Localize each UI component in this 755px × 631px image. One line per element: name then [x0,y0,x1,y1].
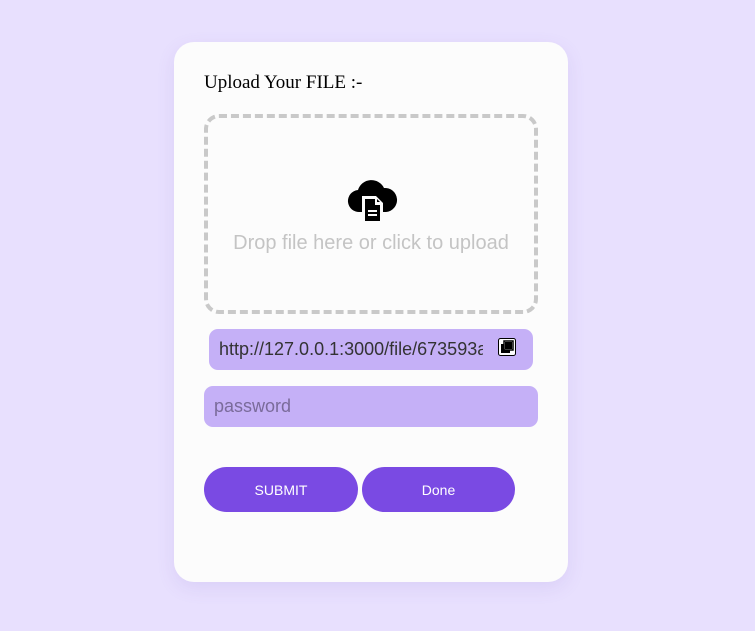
file-dropzone[interactable]: Drop file here or click to upload [204,114,538,314]
done-button[interactable]: Done [362,467,515,512]
file-link-text[interactable]: http://127.0.0.1:3000/file/673593a [219,339,483,360]
copy-icon[interactable] [498,338,516,356]
file-link-box: http://127.0.0.1:3000/file/673593a [209,329,533,370]
submit-button[interactable]: SUBMIT [204,467,358,512]
upload-heading: Upload Your FILE :- [204,72,363,93]
cloud-file-upload-icon [347,180,398,224]
upload-card: Upload Your FILE :- Drop file here or cl… [174,42,568,582]
dropzone-text: Drop file here or click to upload [233,232,509,254]
password-input[interactable] [204,386,538,427]
